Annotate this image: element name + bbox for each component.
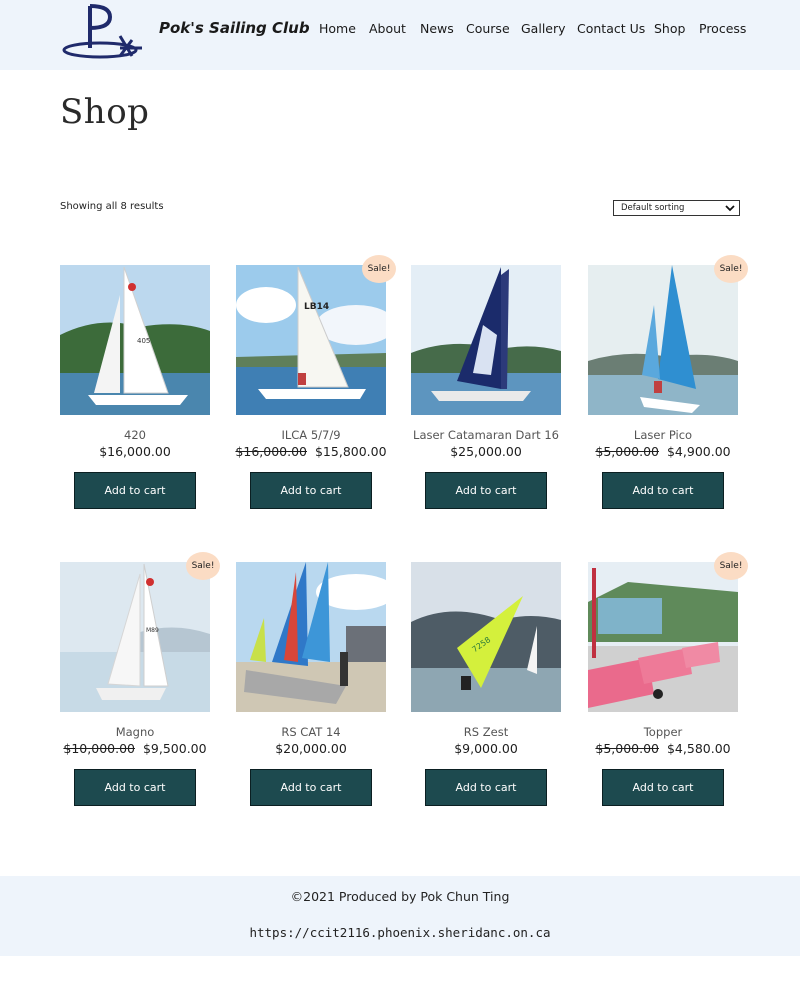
nav-item-gallery[interactable]: Gallery: [521, 21, 566, 36]
footer-url: https://ccit2116.phoenix.sheridanc.on.ca: [249, 925, 551, 940]
product-image[interactable]: [236, 562, 386, 712]
product-name[interactable]: Topper: [568, 725, 758, 739]
regular-price: $16,000.00: [235, 444, 307, 459]
site-footer: ©2021 Produced by Pok Chun Ting https://…: [0, 876, 800, 956]
add-to-cart-button[interactable]: Add to cart: [250, 769, 372, 806]
current-price: $25,000.00: [450, 444, 522, 459]
nav-item-home[interactable]: Home: [319, 21, 356, 36]
svg-text:M89: M89: [146, 627, 159, 634]
product-name[interactable]: ILCA 5/7/9: [216, 428, 406, 442]
product-image[interactable]: M89: [60, 562, 210, 712]
dinghies-image: [588, 562, 738, 712]
product-image[interactable]: LB14: [236, 265, 386, 415]
sailboat-image: LB14: [236, 265, 386, 415]
add-to-cart-button[interactable]: Add to cart: [250, 472, 372, 509]
sale-price: $4,580.00: [666, 741, 731, 756]
add-to-cart-button[interactable]: Add to cart: [425, 769, 547, 806]
sailboat-image: M89: [60, 562, 210, 712]
add-to-cart-button[interactable]: Add to cart: [425, 472, 547, 509]
product-name[interactable]: RS Zest: [391, 725, 581, 739]
product-price: $16,000.00: [35, 444, 235, 459]
copyright-text: ©2021 Produced by Pok Chun Ting: [290, 889, 510, 904]
product-price: $5,000.00 $4,900.00: [563, 444, 763, 459]
catamaran-image: [411, 265, 561, 415]
result-count: Showing all 8 results: [60, 201, 164, 212]
sale-badge: Sale!: [714, 255, 748, 283]
svg-text:LB14: LB14: [304, 302, 329, 312]
svg-text:405: 405: [137, 337, 150, 345]
catamaran-image: [236, 562, 386, 712]
product-image[interactable]: [411, 265, 561, 415]
nav-item-process[interactable]: Process: [699, 21, 746, 36]
product-card: 7258 RS Zest $9,000.00 Add to cart: [411, 562, 561, 812]
regular-price: $5,000.00: [595, 741, 659, 756]
product-card: Laser Catamaran Dart 16 $25,000.00 Add t…: [411, 265, 561, 515]
page-title: Shop: [60, 92, 150, 132]
regular-price: $5,000.00: [595, 444, 659, 459]
product-name[interactable]: Magno: [40, 725, 230, 739]
product-card: RS CAT 14 $20,000.00 Add to cart: [236, 562, 386, 812]
site-header: Pok's Sailing Club Home About News Cours…: [0, 0, 800, 70]
nav-item-contact-us[interactable]: Contact Us: [577, 21, 645, 36]
product-name[interactable]: Laser Catamaran Dart 16: [391, 428, 581, 442]
product-image[interactable]: 7258: [411, 562, 561, 712]
product-card: M89 Sale! Magno $10,000.00 $9,500.00 Add…: [60, 552, 220, 812]
product-price: $5,000.00 $4,580.00: [563, 741, 763, 756]
sailboat-image: 405: [60, 265, 210, 415]
product-price: $10,000.00 $9,500.00: [35, 741, 235, 756]
sale-badge: Sale!: [714, 552, 748, 580]
add-to-cart-button[interactable]: Add to cart: [74, 472, 196, 509]
nav-item-course[interactable]: Course: [466, 21, 510, 36]
chevron-down-icon: [725, 205, 735, 212]
product-card: Sale! Laser Pico $5,000.00 $4,900.00 Add…: [588, 255, 748, 515]
current-price: $16,000.00: [99, 444, 171, 459]
sort-select-value: Default sorting: [621, 203, 685, 213]
sailboat-image: [588, 265, 738, 415]
product-name[interactable]: RS CAT 14: [216, 725, 406, 739]
sale-price: $4,900.00: [666, 444, 731, 459]
nav-item-news[interactable]: News: [420, 21, 454, 36]
sort-select[interactable]: Default sorting: [613, 200, 740, 216]
sailboat-image: 7258: [411, 562, 561, 712]
product-name[interactable]: Laser Pico: [568, 428, 758, 442]
product-image[interactable]: 405: [60, 265, 210, 415]
add-to-cart-button[interactable]: Add to cart: [602, 769, 724, 806]
product-price: $16,000.00 $15,800.00: [211, 444, 411, 459]
site-title[interactable]: Pok's Sailing Club: [159, 19, 310, 37]
product-image[interactable]: [588, 562, 738, 712]
add-to-cart-button[interactable]: Add to cart: [74, 769, 196, 806]
product-name[interactable]: 420: [40, 428, 230, 442]
product-card: 405 420 $16,000.00 Add to cart: [60, 265, 210, 515]
current-price: $20,000.00: [275, 741, 347, 756]
regular-price: $10,000.00: [63, 741, 135, 756]
current-price: $9,000.00: [454, 741, 518, 756]
nav-item-shop[interactable]: Shop: [654, 21, 685, 36]
nav-item-about[interactable]: About: [369, 21, 406, 36]
sale-price: $9,500.00: [142, 741, 207, 756]
product-image[interactable]: [588, 265, 738, 415]
product-price: $25,000.00: [386, 444, 586, 459]
add-to-cart-button[interactable]: Add to cart: [602, 472, 724, 509]
product-card: Sale! Topper $5,000.00 $4,580.00 Add to …: [588, 552, 748, 812]
product-card: LB14 Sale! ILCA 5/7/9 $16,000.00 $15,800…: [235, 255, 396, 515]
logo[interactable]: [60, 0, 146, 62]
product-price: $20,000.00: [211, 741, 411, 756]
sale-badge: Sale!: [362, 255, 396, 283]
sale-price: $15,800.00: [314, 444, 387, 459]
product-price: $9,000.00: [386, 741, 586, 756]
sale-badge: Sale!: [186, 552, 220, 580]
